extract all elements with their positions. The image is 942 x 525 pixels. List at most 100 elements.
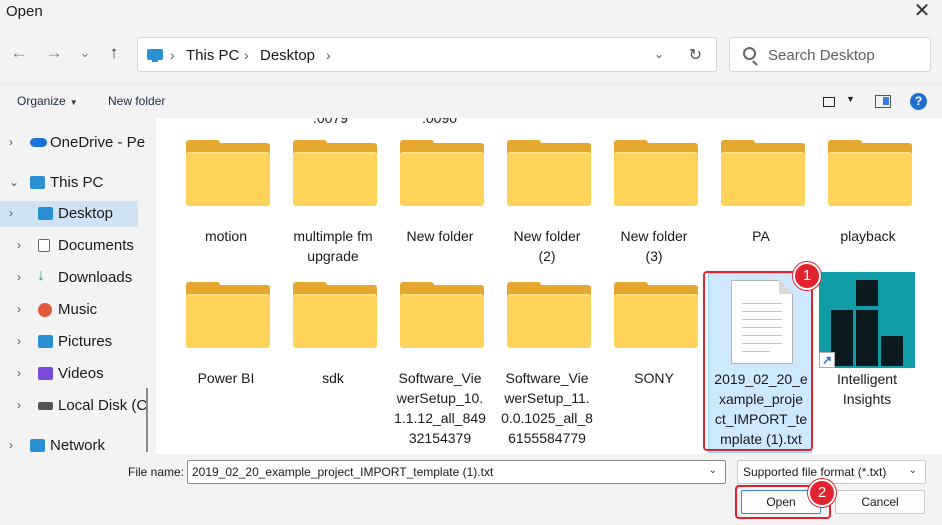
back-arrow-icon[interactable]: ← <box>8 42 30 64</box>
sidebar-item-label: Network <box>50 437 106 452</box>
folder-item[interactable]: Software_Vie werSetup_10. 1.1.12_all_849 32… <box>388 282 492 452</box>
folder-item[interactable]: SONY <box>602 282 706 452</box>
address-bar[interactable]: › This PC › Desktop › ⌄ ↻ <box>137 37 717 72</box>
folder-name: New folder (3) <box>620 228 688 264</box>
chevron-down-icon[interactable]: ⌄ <box>654 47 664 61</box>
folder-name: PA <box>752 228 770 244</box>
search-box[interactable] <box>729 37 931 72</box>
sidebar-item-music[interactable]: › Music <box>0 297 138 323</box>
chevron-right-icon[interactable]: › <box>17 238 21 252</box>
chevron-right-icon[interactable]: › <box>17 302 21 316</box>
up-arrow-icon[interactable]: ↑ <box>103 42 125 64</box>
sidebar-item-label: Documents <box>58 237 134 254</box>
folder-item[interactable]: Power BI <box>174 282 278 452</box>
sidebar-item-onedrive[interactable]: › OneDrive - Pe <box>0 130 145 156</box>
chevron-right-icon[interactable]: › <box>9 135 13 149</box>
refresh-icon[interactable]: ↻ <box>689 45 702 65</box>
folder-name: Power BI <box>197 370 255 386</box>
view-icon[interactable] <box>823 97 835 107</box>
chevron-right-icon[interactable]: › <box>326 47 331 63</box>
folder-icon <box>721 140 805 206</box>
sidebar-item-label: Local Disk (C <box>58 397 148 414</box>
sidebar-item-this-pc[interactable]: ⌄ This PC <box>0 170 138 196</box>
shortcut-item[interactable]: ↗ Intelligent Insights <box>811 272 915 412</box>
close-icon[interactable]: ✕ <box>910 0 934 24</box>
chevron-right-icon[interactable]: › <box>17 334 21 348</box>
breadcrumb-desktop[interactable]: Desktop <box>260 47 315 64</box>
folder-icon <box>293 140 377 206</box>
organize-menu[interactable]: Organize ▼ <box>17 94 78 108</box>
folder-icon <box>828 140 912 206</box>
folder-icon <box>507 282 591 348</box>
chevron-right-icon[interactable]: › <box>17 366 21 380</box>
sidebar-item-label: Desktop <box>58 205 114 222</box>
recent-locations-icon[interactable]: ⌄ <box>74 42 96 64</box>
navigation-bar: ← → ⌄ ↑ › This PC › Desktop › ⌄ ↻ <box>0 34 942 76</box>
folder-name: Software_Vie werSetup_11. 0.0.1025_all_8 61… <box>501 370 593 446</box>
sidebar-item-network[interactable]: › Network <box>0 433 138 452</box>
sidebar-item-label: Pictures <box>58 333 113 350</box>
search-input[interactable] <box>768 45 918 65</box>
folder-item[interactable]: sdk <box>281 282 385 452</box>
folder-item[interactable]: playback <box>816 140 920 270</box>
sidebar-item-documents[interactable]: › Documents <box>0 233 138 259</box>
folder-item[interactable]: New folder (3) <box>602 140 706 270</box>
sidebar-item-downloads[interactable]: › ↓ Downloads <box>0 265 138 291</box>
chevron-right-icon[interactable]: › <box>17 398 21 412</box>
chevron-right-icon[interactable]: › <box>9 438 13 452</box>
folder-name: sdk <box>322 370 344 386</box>
chevron-down-icon[interactable]: ⌄ <box>9 175 19 189</box>
partial-file-name: .0079 <box>313 118 349 126</box>
file-list: .0079 .0090 motion multimple fm upgrade N… <box>156 118 942 454</box>
folder-item[interactable]: motion <box>174 140 278 270</box>
preview-pane-icon[interactable] <box>875 95 891 108</box>
chevron-right-icon: › <box>244 47 249 63</box>
folder-item[interactable]: New folder (2) <box>495 140 599 270</box>
breadcrumb-this-pc[interactable]: This PC <box>186 47 239 64</box>
folder-item[interactable]: Software_Vie werSetup_11. 0.0.1025_all_8 61… <box>495 282 599 452</box>
chevron-right-icon[interactable]: › <box>9 206 13 220</box>
sidebar-item-label: This PC <box>50 174 104 191</box>
file-type-value: Supported file format (*.txt) <box>743 465 887 479</box>
caret-down-icon: ▼ <box>69 98 78 107</box>
folder-item[interactable]: multimple fm upgrade <box>281 140 385 270</box>
folder-icon <box>400 140 484 206</box>
sidebar-item-videos[interactable]: › Videos <box>0 361 138 387</box>
sidebar-item-pictures[interactable]: › Pictures <box>0 329 138 355</box>
file-name-field[interactable]: ⌄ <box>187 460 726 484</box>
folder-icon <box>400 282 484 348</box>
sidebar-item-label: Music <box>58 301 98 318</box>
folder-item[interactable]: PA <box>709 140 813 270</box>
document-icon <box>38 239 50 252</box>
shortcut-name: Intelligent Insights <box>837 371 897 407</box>
folder-name: motion <box>204 228 248 244</box>
folder-name: New folder (2) <box>513 228 581 264</box>
chevron-down-icon[interactable]: ⌄ <box>709 465 717 476</box>
folder-item[interactable]: New folder <box>388 140 492 270</box>
sidebar-item-desktop[interactable]: › Desktop <box>0 201 138 227</box>
pictures-icon <box>38 335 53 348</box>
disk-icon <box>38 402 53 410</box>
partial-file-name: .0090 <box>422 118 458 126</box>
step-badge: 1 <box>793 262 821 290</box>
chevron-right-icon[interactable]: › <box>17 270 21 284</box>
folder-name: multimple fm upgrade <box>293 228 373 264</box>
forward-arrow-icon[interactable]: → <box>43 42 65 64</box>
sidebar-item-label: Videos <box>58 365 104 382</box>
help-icon[interactable]: ? <box>910 93 927 110</box>
search-icon <box>743 47 756 60</box>
new-folder-button[interactable]: New folder <box>108 94 165 108</box>
folder-name: Software_Vie werSetup_10. 1.1.12_all_849 32… <box>394 370 486 446</box>
caret-down-icon[interactable]: ▼ <box>846 94 855 104</box>
videos-icon <box>38 367 53 380</box>
sidebar-item-local-disk[interactable]: › Local Disk (C <box>0 393 147 419</box>
folder-name: SONY <box>634 370 674 386</box>
file-name-input[interactable] <box>192 464 697 480</box>
file-type-select[interactable]: Supported file format (*.txt) ⌄ <box>737 460 926 484</box>
cancel-button[interactable]: Cancel <box>835 490 925 514</box>
folder-icon <box>186 282 270 348</box>
music-icon <box>38 303 52 317</box>
shortcut-arrow-icon: ↗ <box>819 352 835 368</box>
navigation-pane: › OneDrive - Pe ⌄ This PC › Desktop › Do… <box>0 118 152 452</box>
scrollbar[interactable] <box>146 388 148 452</box>
